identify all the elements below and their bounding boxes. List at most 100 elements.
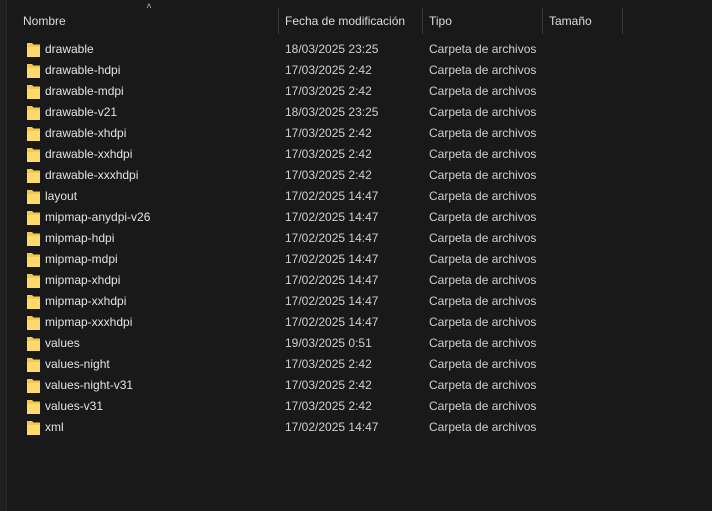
file-name: drawable [45,42,94,56]
column-header-type[interactable]: Tipo [423,8,543,34]
file-date-modified: 17/03/2025 2:42 [285,357,372,371]
file-date-modified: 17/03/2025 2:42 [285,399,372,413]
file-name: mipmap-mdpi [45,252,118,266]
file-list-row[interactable]: values-night 17/03/2025 2:42 Carpeta de ar… [7,354,712,375]
file-list: drawable 18/03/2025 23:25 Carpeta de archi… [7,39,712,438]
file-type: Carpeta de archivos [429,336,537,350]
folder-icon [27,84,40,99]
file-name: mipmap-hdpi [45,231,115,245]
file-list-row[interactable]: xml 17/02/2025 14:47 Carpeta de archivos [7,417,712,438]
file-name: drawable-mdpi [45,84,124,98]
file-date-modified: 17/02/2025 14:47 [285,210,379,224]
file-type: Carpeta de archivos [429,210,537,224]
file-type: Carpeta de archivos [429,42,537,56]
file-date-modified: 17/02/2025 14:47 [285,294,379,308]
file-name: values-v31 [45,399,104,413]
file-list-row[interactable]: mipmap-xhdpi 17/02/2025 14:47 Carpeta de a… [7,270,712,291]
folder-icon [27,126,40,141]
folder-icon [27,399,40,414]
file-list-row[interactable]: drawable-xhdpi 17/03/2025 2:42 Carpeta de … [7,123,712,144]
file-date-modified: 19/03/2025 0:51 [285,336,372,350]
file-type: Carpeta de archivos [429,126,537,140]
file-list-row[interactable]: mipmap-hdpi 17/02/2025 14:47 Carpeta de ar… [7,228,712,249]
file-list-row[interactable]: drawable-xxxhdpi 17/03/2025 2:42 Carpeta d… [7,165,712,186]
file-list-row[interactable]: layout 17/02/2025 14:47 Carpeta de archivo… [7,186,712,207]
file-type: Carpeta de archivos [429,294,537,308]
column-header-bar: ˄ Nombre Fecha de modificación Tipo Tama… [7,0,712,34]
file-list-row[interactable]: mipmap-anydpi-v26 17/02/2025 14:47 Carpeta… [7,207,712,228]
column-header-size[interactable]: Tamaño [543,8,623,34]
column-divider[interactable] [622,8,623,34]
file-name: layout [45,189,78,203]
file-name: drawable-xxhdpi [45,147,133,161]
file-list-row[interactable]: drawable-xxhdpi 17/03/2025 2:42 Carpeta de… [7,144,712,165]
folder-icon [27,42,40,57]
column-header-date-modified[interactable]: Fecha de modificación [279,8,423,34]
file-list-row[interactable]: drawable-hdpi 17/03/2025 2:42 Carpeta de a… [7,60,712,81]
file-type: Carpeta de archivos [429,147,537,161]
folder-icon [27,210,40,225]
file-type: Carpeta de archivos [429,273,537,287]
file-type: Carpeta de archivos [429,378,537,392]
folder-icon [27,357,40,372]
file-list-row[interactable]: values 19/03/2025 0:51 Carpeta de archivos [7,333,712,354]
folder-icon [27,315,40,330]
file-date-modified: 17/03/2025 2:42 [285,147,372,161]
file-list-row[interactable]: drawable 18/03/2025 23:25 Carpeta de archi… [7,39,712,60]
file-name: values-night [45,357,110,371]
navigation-pane-edge [0,0,7,511]
file-name: drawable-v21 [45,105,118,119]
column-header-name[interactable]: Nombre [17,8,279,34]
folder-icon [27,294,40,309]
folder-icon [27,231,40,246]
folder-icon [27,273,40,288]
file-list-row[interactable]: mipmap-xxxhdpi 17/02/2025 14:47 Carpeta de… [7,312,712,333]
file-type: Carpeta de archivos [429,105,537,119]
file-type: Carpeta de archivos [429,189,537,203]
file-date-modified: 18/03/2025 23:25 [285,42,379,56]
file-date-modified: 17/03/2025 2:42 [285,126,372,140]
file-name: xml [45,420,64,434]
file-type: Carpeta de archivos [429,315,537,329]
file-name: drawable-hdpi [45,63,121,77]
file-date-modified: 17/02/2025 14:47 [285,252,379,266]
file-type: Carpeta de archivos [429,63,537,77]
folder-icon [27,336,40,351]
folder-icon [27,420,40,435]
file-type: Carpeta de archivos [429,420,537,434]
folder-icon [27,189,40,204]
file-date-modified: 17/03/2025 2:42 [285,168,372,182]
file-explorer-details-view: ˄ Nombre Fecha de modificación Tipo Tama… [0,0,712,511]
file-type: Carpeta de archivos [429,357,537,371]
folder-icon [27,63,40,78]
file-date-modified: 17/03/2025 2:42 [285,378,372,392]
folder-icon [27,147,40,162]
file-name: mipmap-xxhdpi [45,294,127,308]
file-list-row[interactable]: mipmap-mdpi 17/02/2025 14:47 Carpeta de ar… [7,249,712,270]
file-name: drawable-xxxhdpi [45,168,139,182]
file-type: Carpeta de archivos [429,168,537,182]
file-type: Carpeta de archivos [429,231,537,245]
file-list-row[interactable]: drawable-mdpi 17/03/2025 2:42 Carpeta de a… [7,81,712,102]
file-type: Carpeta de archivos [429,84,537,98]
file-name: mipmap-xhdpi [45,273,121,287]
file-date-modified: 17/02/2025 14:47 [285,315,379,329]
file-name: mipmap-xxxhdpi [45,315,133,329]
folder-icon [27,252,40,267]
folder-icon [27,378,40,393]
file-name: drawable-xhdpi [45,126,127,140]
file-list-row[interactable]: mipmap-xxhdpi 17/02/2025 14:47 Carpeta de … [7,291,712,312]
file-list-row[interactable]: values-night-v31 17/03/2025 2:42 Carpeta d… [7,375,712,396]
file-date-modified: 17/02/2025 14:47 [285,189,379,203]
file-date-modified: 17/02/2025 14:47 [285,231,379,245]
folder-icon [27,168,40,183]
file-type: Carpeta de archivos [429,399,537,413]
file-name: mipmap-anydpi-v26 [45,210,151,224]
file-date-modified: 17/03/2025 2:42 [285,84,372,98]
file-name: values-night-v31 [45,378,134,392]
file-type: Carpeta de archivos [429,252,537,266]
file-list-row[interactable]: values-v31 17/03/2025 2:42 Carpeta de arch… [7,396,712,417]
file-list-row[interactable]: drawable-v21 18/03/2025 23:25 Carpeta de a… [7,102,712,123]
file-name: values [45,336,80,350]
file-date-modified: 17/02/2025 14:47 [285,420,379,434]
